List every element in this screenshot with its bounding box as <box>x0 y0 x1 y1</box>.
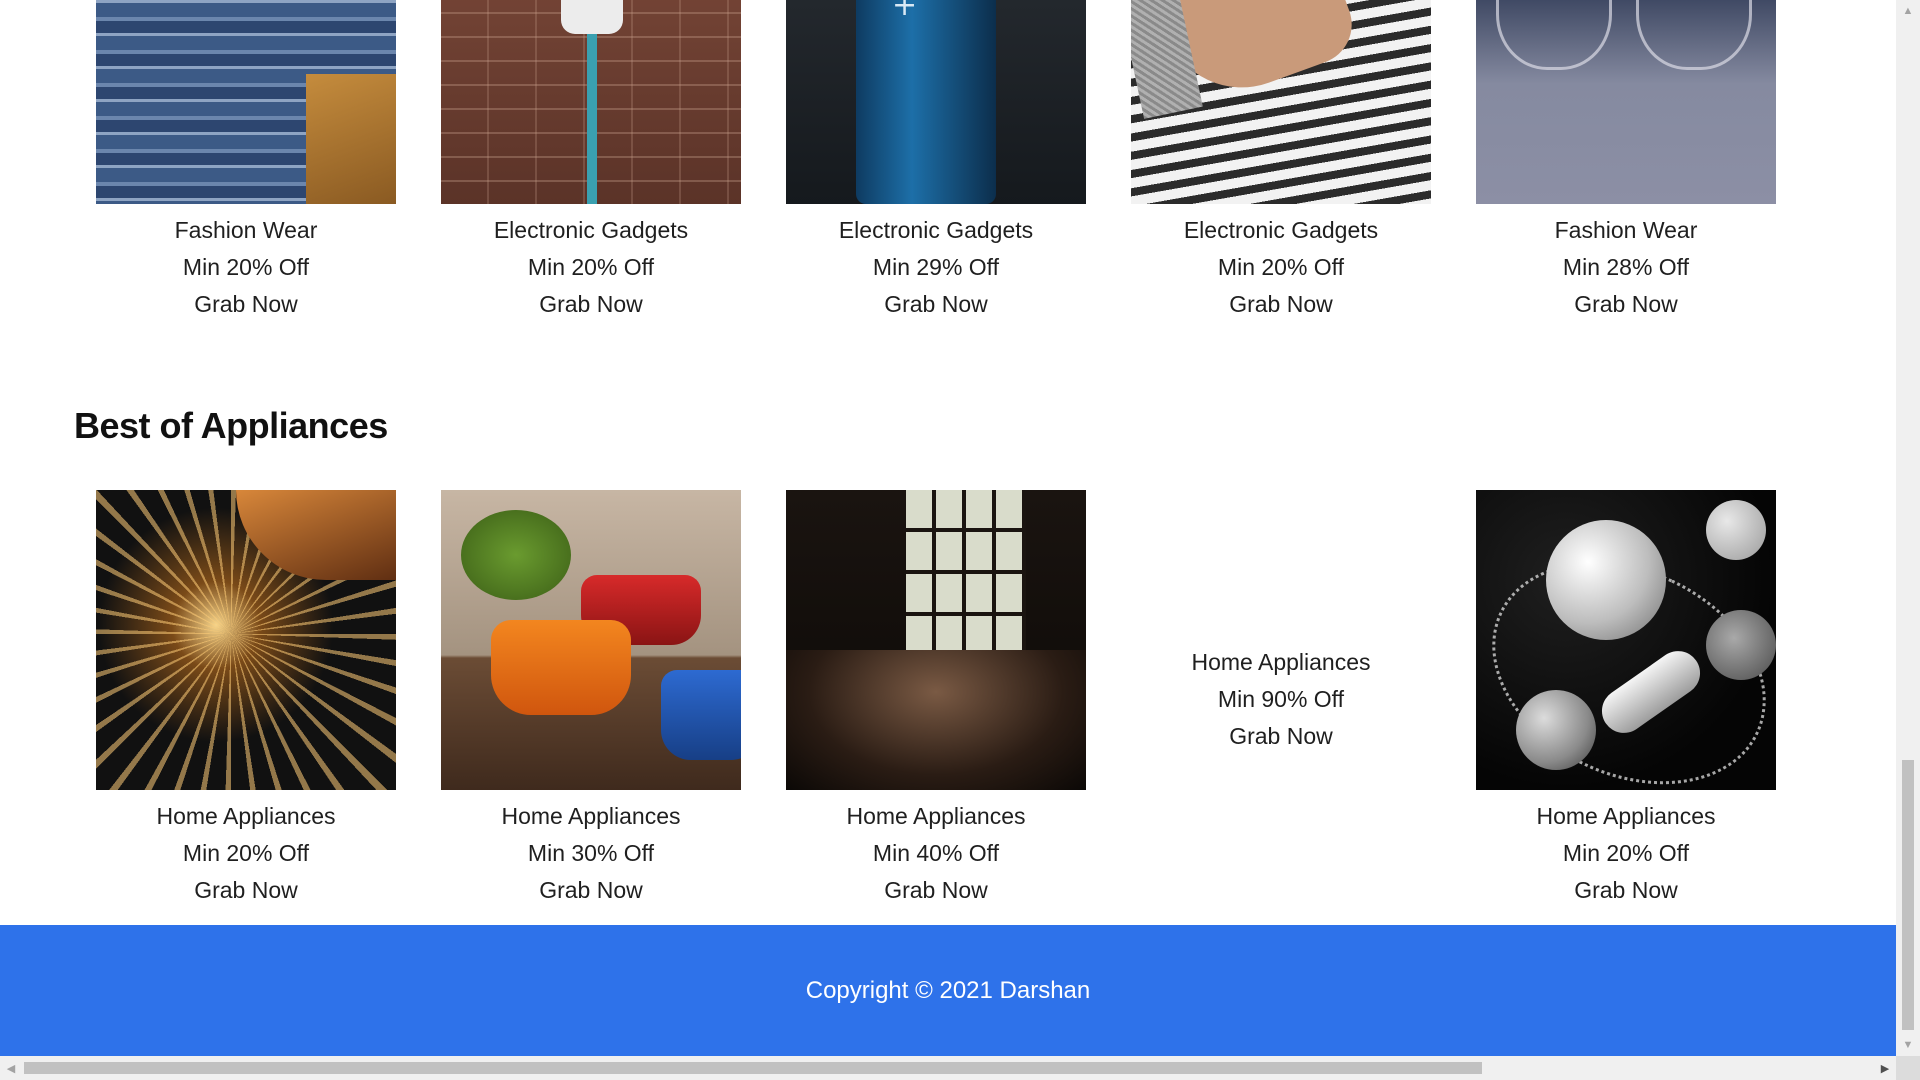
scroll-left-arrow-icon[interactable]: ◀ <box>0 1056 22 1080</box>
product-discount: Min 90% Off <box>1217 686 1345 712</box>
grab-now-link[interactable]: Grab Now <box>786 872 1086 909</box>
smartphone-in-hand-photo[interactable] <box>1131 0 1431 204</box>
product-category: Electronic Gadgets <box>493 217 689 243</box>
grab-now-link[interactable]: Grab Now <box>96 286 396 323</box>
grab-now-link[interactable]: Grab Now <box>441 872 741 909</box>
product-discount: Min 20% Off <box>527 254 655 280</box>
cookware-pots-photo[interactable] <box>441 490 741 790</box>
product-card[interactable]: Fashion Wear Min 20% Off Grab Now <box>96 0 396 323</box>
product-card[interactable]: Electronic Gadgets Min 20% Off Grab Now <box>441 0 741 323</box>
product-category: Home Appliances <box>156 803 336 829</box>
grab-now-link[interactable]: Grab Now <box>1131 718 1431 755</box>
scrollbar-corner <box>1896 1056 1920 1080</box>
product-card[interactable]: Home Appliances Min 90% Off Grab Now <box>1131 490 1431 790</box>
vertical-scrollbar[interactable]: ▲ ▼ <box>1896 0 1920 1056</box>
product-discount: Min 30% Off <box>527 840 655 866</box>
scroll-right-arrow-icon[interactable]: ▶ <box>1874 1056 1896 1080</box>
product-card[interactable]: Home Appliances Min 20% Off Grab Now <box>96 490 396 909</box>
product-card[interactable]: Electronic Gadgets Min 20% Off Grab Now <box>1131 0 1431 323</box>
section-title: Best of Appliances <box>74 405 388 446</box>
product-category: Home Appliances <box>846 803 1026 829</box>
product-card[interactable]: Home Appliances Min 40% Off Grab Now <box>786 490 1086 909</box>
horizontal-scrollbar[interactable]: ◀ ▶ <box>0 1056 1896 1080</box>
product-discount: Min 40% Off <box>872 840 1000 866</box>
product-discount: Min 20% Off <box>182 254 310 280</box>
copyright-text: Copyright © 2021 Darshan <box>805 976 1091 1004</box>
grab-now-link[interactable]: Grab Now <box>96 872 396 909</box>
product-category: Fashion Wear <box>1554 217 1698 243</box>
product-discount: Min 29% Off <box>872 254 1000 280</box>
product-category: Home Appliances <box>1191 649 1371 675</box>
grab-now-link[interactable]: Grab Now <box>441 286 741 323</box>
product-discount: Min 28% Off <box>1562 254 1690 280</box>
grab-now-link[interactable]: Grab Now <box>1131 286 1431 323</box>
jeans-stack-photo[interactable] <box>96 0 396 204</box>
product-card[interactable]: + Electronic Gadgets Min 29% Off Grab No… <box>786 0 1086 323</box>
product-category: Electronic Gadgets <box>1183 217 1379 243</box>
vertical-scroll-thumb[interactable] <box>1902 760 1914 1030</box>
product-category: Electronic Gadgets <box>838 217 1034 243</box>
grab-now-link[interactable]: Grab Now <box>786 286 1086 323</box>
security-camera-photo[interactable] <box>441 0 741 204</box>
horizontal-scroll-thumb[interactable] <box>24 1062 1482 1074</box>
product-discount: Min 20% Off <box>182 840 310 866</box>
product-discount: Min 20% Off <box>1562 840 1690 866</box>
scroll-up-arrow-icon[interactable]: ▲ <box>1896 0 1920 22</box>
silver-ornaments-photo[interactable] <box>1476 490 1776 790</box>
grab-now-link[interactable]: Grab Now <box>1476 872 1776 909</box>
kitchen-window-photo[interactable] <box>786 490 1086 790</box>
product-card[interactable]: Fashion Wear Min 28% Off Grab Now <box>1476 0 1776 323</box>
product-discount: Min 20% Off <box>1217 254 1345 280</box>
grab-now-link[interactable]: Grab Now <box>1476 286 1776 323</box>
product-category: Fashion Wear <box>174 217 318 243</box>
battery-photo[interactable]: + <box>786 0 1086 204</box>
footer: Copyright © 2021 Darshan <box>0 925 1896 1056</box>
page-viewport: Fashion Wear Min 20% Off Grab Now Electr… <box>0 0 1896 1056</box>
scroll-down-arrow-icon[interactable]: ▼ <box>1896 1034 1920 1056</box>
product-card[interactable]: Home Appliances Min 30% Off Grab Now <box>441 490 741 909</box>
eyeglasses-photo[interactable] <box>1476 0 1776 204</box>
product-category: Home Appliances <box>1536 803 1716 829</box>
product-card[interactable]: Home Appliances Min 20% Off Grab Now <box>1476 490 1776 909</box>
grinder-sparks-photo[interactable] <box>96 490 396 790</box>
product-category: Home Appliances <box>501 803 681 829</box>
